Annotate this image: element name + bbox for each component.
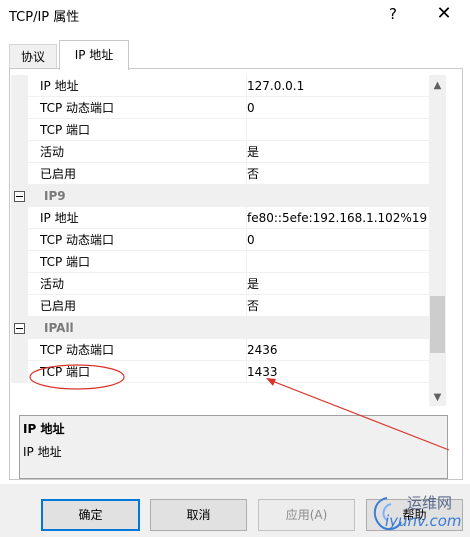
grid-category[interactable]: IPAll [11,317,429,339]
grid-row[interactable]: 已启用否 [11,295,429,317]
row-gutter [11,119,28,141]
description-text: IP 地址 [23,445,62,459]
property-value[interactable]: 0 [247,229,429,251]
vertical-scrollbar[interactable]: ▲ ▼ [429,75,446,406]
row-gutter [11,141,28,163]
property-name: IP 地址 [28,207,247,229]
cancel-button[interactable]: 取消 [150,499,247,531]
description-title: IP 地址 [23,422,65,436]
property-name: TCP 动态端口 [28,229,247,251]
category-label: IP9 [44,189,66,203]
collapse-icon[interactable] [14,191,25,202]
scrollbar-thumb[interactable] [430,296,445,354]
grid-row[interactable]: TCP 动态端口 0 [11,229,429,251]
row-gutter [11,163,28,185]
grid-row[interactable]: TCP 端口 1433 [11,361,429,383]
property-name: TCP 端口 [28,361,247,383]
row-gutter [11,317,28,339]
row-gutter [11,185,28,207]
property-name: 活动 [28,141,247,163]
close-button[interactable]: ✕ [428,3,460,25]
grid-row[interactable]: 活动是 [11,141,429,163]
tab-ip-addresses[interactable]: IP 地址 [59,40,129,70]
watermark-line2: iyunv.com [385,512,462,530]
row-gutter [11,207,28,229]
property-value[interactable]: 127.0.0.1 [247,75,429,97]
grid-row[interactable]: TCP 端口 [11,119,429,141]
watermark-logo: 运维网 iyunv.com [367,492,467,534]
window-title: TCP/IP 属性 [9,10,80,25]
grid-row[interactable]: 已启用否 [11,163,429,185]
row-gutter [11,251,28,273]
tab-strip: 协议 IP 地址 [0,40,470,70]
category-label: IPAll [44,321,74,335]
scroll-up-icon[interactable]: ▲ [429,77,446,94]
property-value[interactable]: 是 [247,141,429,163]
row-gutter [11,75,28,97]
property-name: 已启用 [28,295,247,317]
ok-button[interactable]: 确定 [41,499,140,531]
description-panel: IP 地址 IP 地址 [19,415,448,479]
watermark-line1: 运维网 [407,494,453,512]
grid-category[interactable]: IP9 [11,185,429,207]
property-value[interactable]: 否 [247,163,429,185]
property-grid[interactable]: IP 地址 127.0.0.1 TCP 动态端口 0 TCP 端口 活动是已启用否 IP9 I… [11,75,429,406]
property-value[interactable]: 0 [247,97,429,119]
grid-row[interactable]: IP 地址 127.0.0.1 [11,75,429,97]
property-value[interactable] [247,119,429,141]
apply-button[interactable]: 应用(A) [258,499,355,531]
row-gutter [11,273,28,295]
collapse-icon[interactable] [14,323,25,334]
row-gutter [11,97,28,119]
grid-row[interactable]: TCP 端口 [11,251,429,273]
row-gutter [11,361,28,383]
property-value[interactable] [247,251,429,273]
grid-row[interactable]: TCP 动态端口 0 [11,97,429,119]
property-value[interactable]: 1433 [247,361,429,383]
help-icon-button[interactable]: ? [381,3,405,25]
grid-row[interactable]: TCP 动态端口 2436 [11,339,429,361]
property-value[interactable]: fe80::5efe:192.168.1.102%19 [247,207,429,229]
row-gutter [11,229,28,251]
property-name: TCP 动态端口 [28,339,247,361]
row-gutter [11,295,28,317]
property-name: IP 地址 [28,75,247,97]
property-name: TCP 动态端口 [28,97,247,119]
scroll-down-icon[interactable]: ▼ [429,389,446,406]
grid-row[interactable]: 活动是 [11,273,429,295]
title-bar: TCP/IP 属性 ? ✕ [0,0,470,30]
property-name: TCP 端口 [28,251,247,273]
tab-protocol[interactable]: 协议 [9,44,57,69]
property-name: 已启用 [28,163,247,185]
grid-row[interactable]: IP 地址 fe80::5efe:192.168.1.102%19 [11,207,429,229]
property-value[interactable]: 2436 [247,339,429,361]
property-name: TCP 端口 [28,119,247,141]
property-value[interactable]: 否 [247,295,429,317]
row-gutter [11,339,28,361]
property-value[interactable]: 是 [247,273,429,295]
property-name: 活动 [28,273,247,295]
